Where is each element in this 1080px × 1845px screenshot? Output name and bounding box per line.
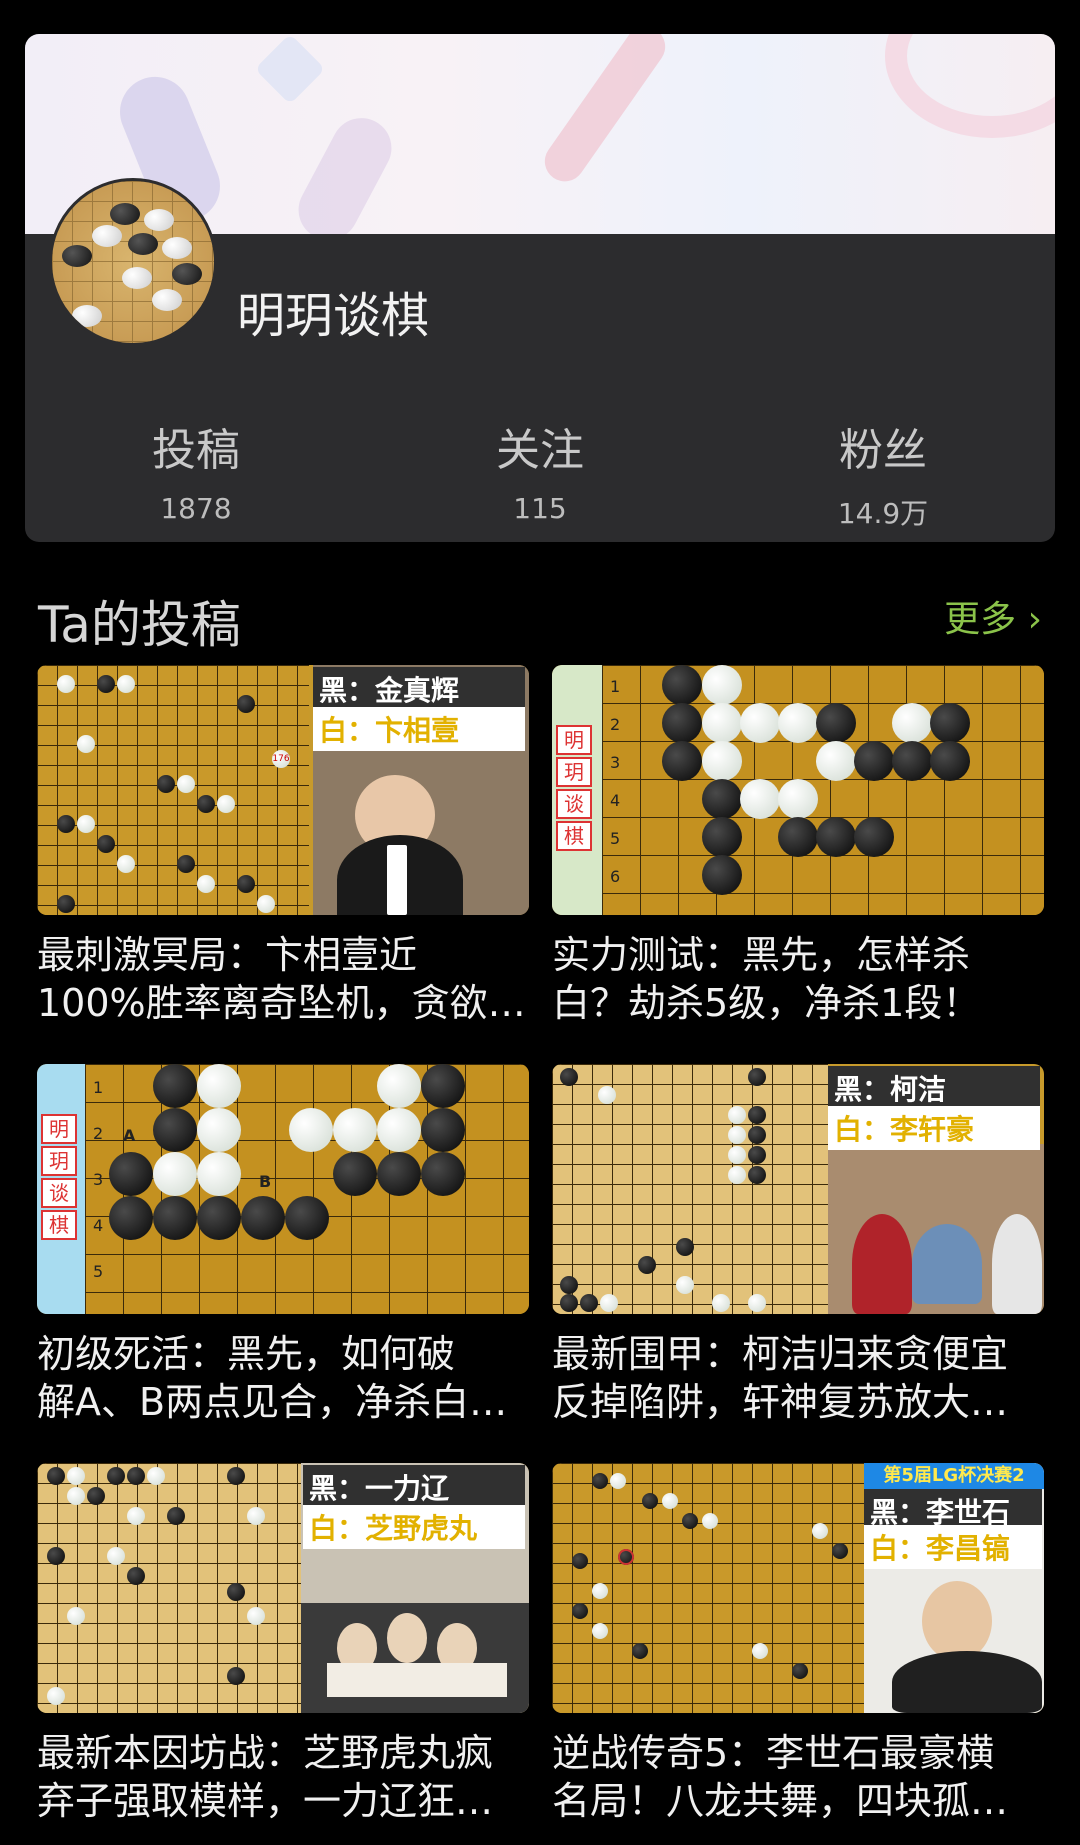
go-board [85, 1064, 529, 1314]
stat-fans-value: 14.9万 [837, 497, 929, 530]
username: 明玥谈棋 [237, 288, 430, 344]
video-title-line1[interactable]: 实力测试：黑先，怎样杀 [552, 931, 1044, 979]
white-player-tag: 白：卞相壹 [313, 707, 525, 751]
stat-fans[interactable]: 粉丝 14.9万 [783, 414, 983, 532]
white-player-tag: 白：李昌镐 [864, 1525, 1042, 1569]
stat-posts-label: 投稿 [152, 425, 240, 476]
channel-stamp: 明 玥 谈 棋 [37, 1064, 85, 1314]
event-tag: 第5届LG杯决赛2 [864, 1463, 1044, 1489]
video-title-line1[interactable]: 最刺激冥局：卞相壹近 [37, 931, 529, 979]
video-title-line2[interactable]: 白？劫杀5级，净杀1段！ [552, 979, 1044, 1027]
video-title-line1[interactable]: 逆战传奇5：李世石最豪横 [552, 1729, 1044, 1777]
white-player-tag: 白：李轩豪 [828, 1106, 1040, 1150]
video-title-line2[interactable]: 名局！八龙共舞，四块孤… [552, 1777, 1044, 1825]
video-title-line2[interactable]: 反掉陷阱，轩神复苏放大… [552, 1378, 1044, 1426]
go-board [552, 1064, 828, 1314]
black-player-tag: 黑：金真辉 [313, 667, 525, 711]
video-thumbnail[interactable]: 明 玥 谈 棋 1 2 3 4 5 6 [552, 665, 1044, 915]
white-player-tag: 白：芝野虎丸 [303, 1505, 525, 1549]
go-board [602, 665, 1044, 915]
video-card[interactable]: 黑：柯洁 白：李轩豪 最新围甲：柯洁归来贪便宜 反掉陷阱，轩神复苏放大… [552, 1064, 1044, 1426]
stat-following-value: 115 [513, 492, 567, 525]
video-thumbnail[interactable]: 黑：一力辽 白：芝野虎丸 [37, 1463, 529, 1713]
video-thumbnail[interactable]: 第5届LG杯决赛2 黑：李世石 白：李昌镐 [552, 1463, 1044, 1713]
avatar[interactable] [49, 178, 217, 346]
video-card[interactable]: 黑：一力辽 白：芝野虎丸 最新本因坊战：芝野虎丸疯 弃子强取模样，一力辽狂… [37, 1463, 529, 1825]
video-thumbnail[interactable]: 176 黑：金真辉 白：卞相壹 [37, 665, 529, 915]
video-title-line1[interactable]: 初级死活：黑先，如何破 [37, 1330, 529, 1378]
move-number: 176 [272, 750, 290, 768]
stat-fans-label: 粉丝 [839, 425, 927, 476]
stat-posts[interactable]: 投稿 1878 [96, 414, 296, 525]
black-player-tag: 黑：一力辽 [303, 1465, 525, 1509]
video-card[interactable]: 明 玥 谈 棋 1 2 3 4 5 6 实力测试：黑先，怎样杀 白？劫杀5级，净… [552, 665, 1044, 1027]
video-thumbnail[interactable]: 黑：柯洁 白：李轩豪 [552, 1064, 1044, 1314]
section-title: Ta的投稿 [38, 596, 241, 654]
black-player-tag: 黑：柯洁 [828, 1066, 1040, 1110]
point-b-label: B [259, 1172, 272, 1191]
video-title-line2[interactable]: 弃子强取模样，一力辽狂… [37, 1777, 529, 1825]
video-title-line1[interactable]: 最新围甲：柯洁归来贪便宜 [552, 1330, 1044, 1378]
video-title-line2[interactable]: 解A、B两点见合，净杀白… [37, 1378, 529, 1426]
profile-card: 明玥谈棋 投稿 1878 关注 115 粉丝 14.9万 [25, 34, 1055, 542]
video-thumbnail[interactable]: 明 玥 谈 棋 1 2 3 4 5 A B [37, 1064, 529, 1314]
stat-posts-value: 1878 [160, 492, 232, 525]
video-title-line1[interactable]: 最新本因坊战：芝野虎丸疯 [37, 1729, 529, 1777]
video-title-line2[interactable]: 100%胜率离奇坠机，贪欲… [37, 979, 529, 1027]
point-a-label: A [123, 1126, 136, 1145]
go-board [37, 665, 309, 915]
stat-following[interactable]: 关注 115 [440, 414, 640, 525]
stat-following-label: 关注 [496, 425, 584, 476]
video-card[interactable]: 明 玥 谈 棋 1 2 3 4 5 A B 初级死活：黑先，如何破 解A、B两点… [37, 1064, 529, 1426]
channel-stamp: 明 玥 谈 棋 [552, 665, 600, 915]
video-card[interactable]: 第5届LG杯决赛2 黑：李世石 白：李昌镐 逆战传奇5：李世石最豪横 名局！八龙… [552, 1463, 1044, 1825]
video-card[interactable]: 176 黑：金真辉 白：卞相壹 最刺激冥局：卞相壹近 100%胜率离奇坠机，贪欲… [37, 665, 529, 1027]
more-button[interactable]: 更多 › [944, 590, 1042, 642]
